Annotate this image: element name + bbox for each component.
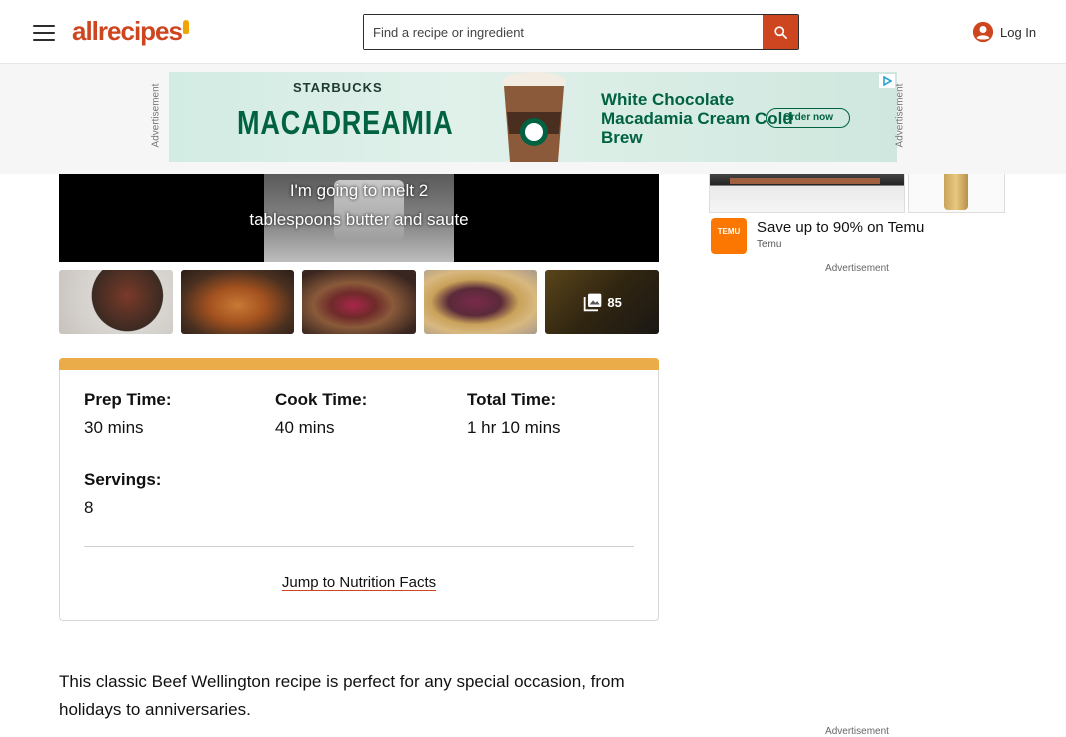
total-time-value: 1 hr 10 mins (467, 418, 561, 437)
photo-count-text: 85 (607, 294, 622, 310)
prep-time-label: Prep Time: (84, 390, 172, 409)
site-header: allrecipes Log In (0, 0, 1066, 64)
photo-thumbnail[interactable] (59, 270, 173, 334)
site-logo[interactable]: allrecipes (72, 14, 189, 48)
photo-thumbnail[interactable] (423, 270, 538, 334)
servings: Servings: 8 (84, 470, 264, 518)
servings-label: Servings: (84, 470, 162, 489)
card-accent-bar (59, 358, 659, 370)
photo-library-icon (584, 293, 602, 312)
photo-thumbnail[interactable] (302, 270, 416, 334)
ad-banner[interactable]: STARBUCKS MACADREAMIA White Chocolate Ma… (169, 72, 897, 162)
search-button[interactable] (763, 15, 798, 49)
login-button[interactable]: Log In (972, 21, 1036, 43)
rail-ad-product-image (709, 174, 905, 213)
ad-order-button[interactable]: Order now (766, 108, 850, 128)
rail-ad-label: Advertisement (825, 263, 889, 274)
search-icon (774, 25, 787, 39)
cook-time: Cook Time: 40 mins (275, 390, 455, 438)
menu-icon[interactable] (33, 25, 55, 41)
caption-line-1: I'm going to melt 2 (289, 181, 429, 200)
rail-ad-headline[interactable]: Save up to 90% on Temu (757, 219, 924, 236)
prep-time: Prep Time: 30 mins (84, 390, 264, 438)
card-divider (84, 546, 634, 547)
prep-time-value: 30 mins (84, 418, 144, 437)
total-time: Total Time: 1 hr 10 mins (467, 390, 647, 438)
account-icon (972, 21, 994, 43)
cook-time-value: 40 mins (275, 418, 335, 437)
rail-ad-source: Temu (757, 239, 782, 250)
ad-side-label-left: Advertisement (150, 83, 162, 148)
caption-line-2: tablespoons butter and saute (249, 210, 469, 229)
cook-time-label: Cook Time: (275, 390, 368, 409)
rail-ad-image[interactable] (709, 174, 1005, 214)
rail-ad-product-image (908, 174, 1005, 213)
total-time-label: Total Time: (467, 390, 557, 409)
logo-text: allrecipes (72, 16, 183, 46)
temu-logo-icon[interactable]: TEMU (711, 218, 747, 254)
photo-thumbnail[interactable] (180, 270, 295, 334)
ad-brand: STARBUCKS (293, 80, 383, 95)
video-caption: I'm going to melt 2 tablespoons butter a… (59, 176, 659, 234)
recipe-description: This classic Beef Wellington recipe is p… (59, 672, 625, 719)
recipe-details-card: Prep Time: 30 mins Cook Time: 40 mins To… (59, 358, 659, 621)
login-label: Log In (1000, 24, 1037, 40)
rail-ad-label-bottom: Advertisement (825, 726, 889, 737)
jump-to-nutrition-link[interactable]: Jump to Nutrition Facts (60, 574, 658, 591)
servings-value: 8 (84, 498, 94, 517)
more-photos-thumbnail[interactable]: 85 (545, 270, 659, 334)
photo-count: 85 (583, 292, 622, 312)
search-bar (363, 14, 799, 50)
adchoices-icon[interactable] (879, 74, 895, 88)
ad-side-label-right: Advertisement (894, 83, 906, 148)
recipe-video[interactable]: I'm going to melt 2 tablespoons butter a… (59, 174, 659, 262)
spoon-icon (182, 20, 189, 34)
coffee-cup-icon (502, 72, 566, 162)
search-input[interactable] (364, 15, 763, 49)
ad-band: Advertisement STARBUCKS MACADREAMIA Whit… (0, 64, 1066, 174)
ad-title: MACADREAMIA (237, 104, 454, 141)
photo-thumbnails: 85 (59, 270, 659, 334)
